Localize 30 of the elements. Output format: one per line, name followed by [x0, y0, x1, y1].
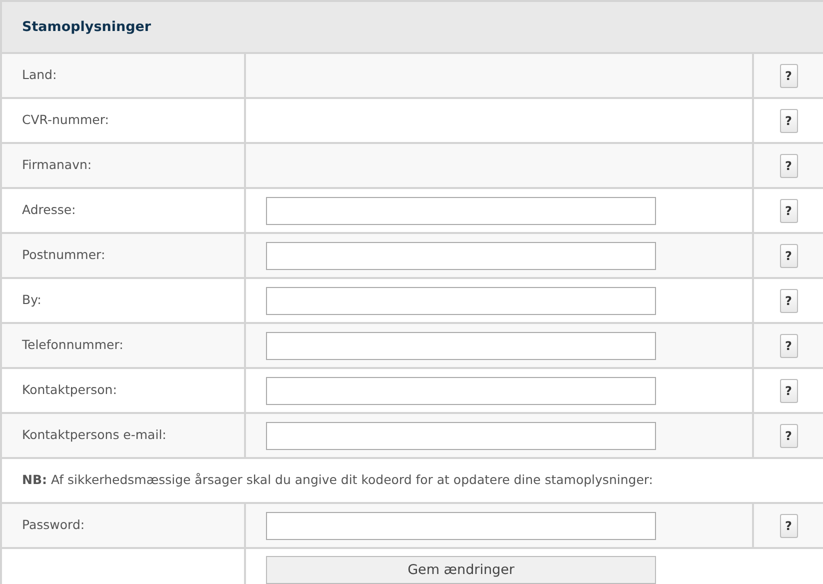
help-button[interactable]: ?	[780, 334, 798, 358]
help-button[interactable]: ?	[780, 64, 798, 88]
help-button[interactable]: ?	[780, 424, 798, 448]
field-label: Land:	[22, 67, 57, 82]
help-button[interactable]: ?	[780, 154, 798, 178]
help-button[interactable]: ?	[780, 198, 798, 222]
help-button[interactable]: ?	[780, 378, 798, 402]
help-button[interactable]: ?	[780, 108, 798, 132]
field-label: Telefonnummer:	[22, 337, 124, 352]
input-field[interactable]	[266, 286, 656, 314]
input-field[interactable]	[266, 376, 656, 404]
section-title: Stamoplysninger	[22, 18, 152, 35]
security-note: NB: Af sikkerhedsmæssige årsager skal du angive dit kodeord for at opdatere dine stamoplysninger:	[22, 472, 654, 488]
help-button[interactable]: ?	[780, 514, 798, 538]
field-label: CVR-nummer:	[22, 112, 109, 128]
field-label: Postnummer:	[22, 247, 106, 262]
input-field[interactable]	[266, 332, 656, 360]
help-button[interactable]: ?	[780, 244, 798, 268]
input-field[interactable]	[266, 422, 656, 450]
save-button[interactable]: Gem ændringer	[266, 556, 656, 584]
field-label: Adresse:	[22, 202, 76, 218]
input-field[interactable]	[266, 196, 656, 224]
field-label: By:	[22, 292, 42, 308]
field-label: Firmanavn:	[22, 157, 92, 172]
input-field[interactable]	[266, 512, 656, 540]
input-field[interactable]	[266, 242, 656, 270]
field-label: Password:	[22, 517, 85, 532]
help-button[interactable]: ?	[780, 288, 798, 312]
field-label: Kontaktpersons e-mail:	[22, 427, 166, 442]
field-label: Kontaktperson:	[22, 382, 117, 398]
